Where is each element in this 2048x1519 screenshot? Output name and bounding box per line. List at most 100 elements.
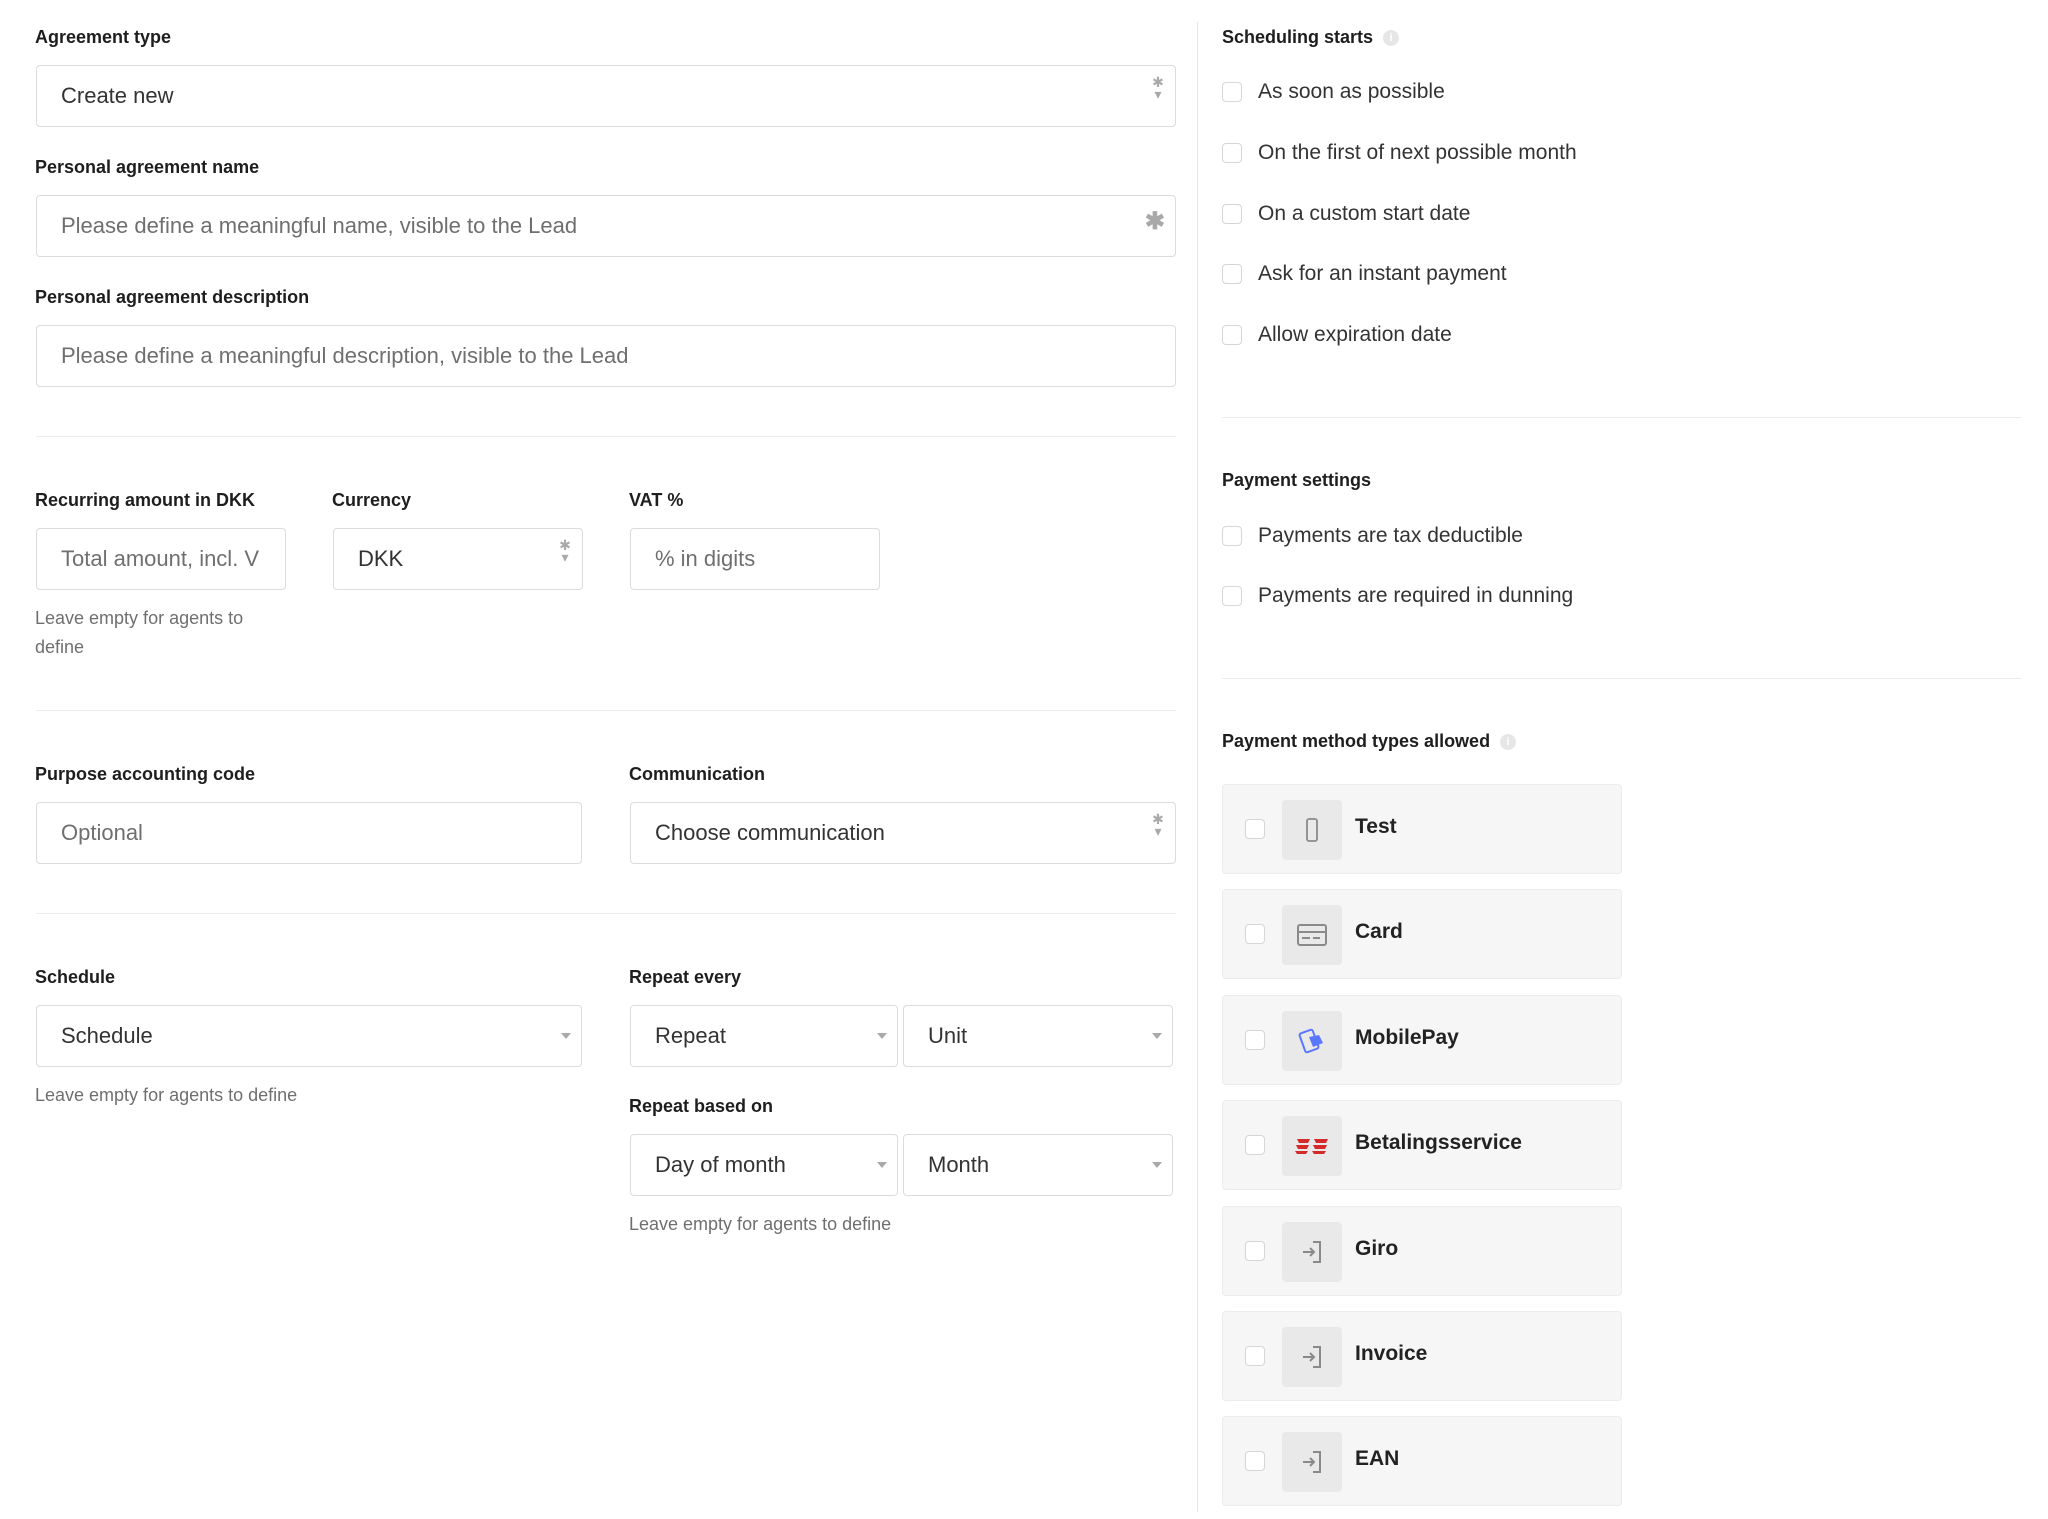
payment-method-betalingsservice[interactable]: Betalingsservice — [1222, 1100, 1622, 1190]
repeat-select[interactable]: Repeat — [630, 1005, 898, 1067]
checkbox[interactable] — [1245, 1030, 1265, 1050]
payment-option-tax-deductible[interactable]: Payments are tax deductible — [1222, 521, 1523, 551]
currency-label: Currency — [332, 490, 412, 510]
scheduling-starts-title: Scheduling starts i — [1222, 27, 1400, 48]
schedule-value: Schedule — [61, 1023, 153, 1048]
checkbox[interactable] — [1245, 1346, 1265, 1366]
section-divider — [36, 436, 1176, 437]
communication-label: Communication — [629, 764, 766, 784]
checkbox[interactable] — [1222, 264, 1242, 284]
payment-method-ean[interactable]: EAN — [1222, 1416, 1622, 1506]
column-separator — [1197, 22, 1198, 1512]
section-divider — [36, 913, 1176, 914]
phone-icon — [1282, 800, 1342, 860]
recurring-amount-input[interactable]: Total amount, incl. V — [36, 528, 286, 590]
login-arrow-icon — [1282, 1222, 1342, 1282]
recurring-amount-placeholder: Total amount, incl. V — [61, 546, 260, 571]
currency-select[interactable]: DKK ✱ ▾ — [333, 528, 583, 590]
mobilepay-icon — [1282, 1011, 1342, 1071]
checkbox[interactable] — [1222, 204, 1242, 224]
vat-placeholder: % in digits — [655, 546, 756, 571]
payment-option-required-dunning[interactable]: Payments are required in dunning — [1222, 581, 1573, 611]
payment-method-test[interactable]: Test — [1222, 784, 1622, 874]
section-divider — [1222, 678, 2022, 679]
chevron-down-icon — [561, 1033, 571, 1039]
vat-input[interactable]: % in digits — [630, 528, 880, 590]
option-label: Ask for an instant payment — [1258, 262, 1507, 285]
chevron-down-icon — [877, 1162, 887, 1168]
checkbox[interactable] — [1222, 82, 1242, 102]
month-value: Month — [928, 1152, 990, 1177]
repeat-based-on-help: Leave empty for agents to define — [629, 1214, 892, 1234]
checkbox[interactable] — [1222, 325, 1242, 345]
agreement-name-input[interactable]: Please define a meaningful name, visible… — [36, 195, 1176, 257]
repeat-value: Repeat — [655, 1023, 726, 1048]
day-of-month-select[interactable]: Day of month — [630, 1134, 898, 1196]
chevron-down-icon — [1152, 1162, 1162, 1168]
info-icon[interactable]: i — [1500, 734, 1517, 751]
checkbox[interactable] — [1222, 143, 1242, 163]
payment-method-name: Card — [1355, 920, 1403, 943]
scheduling-option-first-of-month[interactable]: On the first of next possible month — [1222, 138, 1577, 168]
checkbox[interactable] — [1222, 586, 1242, 606]
scheduling-option-instant-payment[interactable]: Ask for an instant payment — [1222, 259, 1507, 289]
unit-select[interactable]: Unit — [903, 1005, 1173, 1067]
schedule-help: Leave empty for agents to define — [35, 1085, 298, 1105]
communication-select[interactable]: Choose communication ✱ ▾ — [630, 802, 1176, 864]
required-sort-icon: ✱ ▾ — [1152, 74, 1164, 102]
repeat-every-label: Repeat every — [629, 967, 742, 987]
option-label: On the first of next possible month — [1258, 141, 1577, 164]
checkbox[interactable] — [1245, 819, 1265, 839]
agreement-name-placeholder: Please define a meaningful name, visible… — [61, 213, 578, 238]
required-star-icon: ✱ — [1144, 208, 1165, 235]
payment-settings-title: Payment settings — [1222, 470, 1372, 490]
section-divider — [1222, 417, 2022, 418]
payment-method-invoice[interactable]: Invoice — [1222, 1311, 1622, 1401]
payment-methods-title: Payment method types allowed i — [1222, 731, 1517, 752]
repeat-based-on-label: Repeat based on — [629, 1096, 774, 1116]
checkbox[interactable] — [1245, 1241, 1265, 1261]
month-select[interactable]: Month — [903, 1134, 1173, 1196]
option-label: Allow expiration date — [1258, 323, 1452, 346]
schedule-select[interactable]: Schedule — [36, 1005, 582, 1067]
checkbox[interactable] — [1245, 1135, 1265, 1155]
info-icon[interactable]: i — [1383, 30, 1400, 47]
unit-value: Unit — [928, 1023, 968, 1048]
payment-method-name: MobilePay — [1355, 1026, 1459, 1049]
purpose-label: Purpose accounting code — [35, 764, 256, 784]
login-arrow-icon — [1282, 1327, 1342, 1387]
option-label: As soon as possible — [1258, 80, 1445, 103]
checkbox[interactable] — [1222, 526, 1242, 546]
checkbox[interactable] — [1245, 924, 1265, 944]
schedule-label: Schedule — [35, 967, 116, 987]
option-label: On a custom start date — [1258, 202, 1471, 225]
section-divider — [36, 710, 1176, 711]
agreement-name-label: Personal agreement name — [35, 157, 260, 177]
agreement-description-placeholder: Please define a meaningful description, … — [61, 343, 629, 368]
communication-value: Choose communication — [655, 820, 885, 845]
payment-method-name: Giro — [1355, 1237, 1399, 1260]
scheduling-option-expiration-date[interactable]: Allow expiration date — [1222, 320, 1452, 350]
day-of-month-value: Day of month — [655, 1152, 786, 1177]
agreement-type-value: Create new — [61, 83, 174, 108]
payment-method-giro[interactable]: Giro — [1222, 1206, 1622, 1296]
required-sort-icon: ✱ ▾ — [559, 537, 571, 565]
purpose-placeholder: Optional — [61, 820, 143, 845]
chevron-down-icon — [877, 1033, 887, 1039]
recurring-amount-label: Recurring amount in DKK — [35, 490, 256, 510]
agreement-description-input[interactable]: Please define a meaningful description, … — [36, 325, 1176, 387]
agreement-description-label: Personal agreement description — [35, 287, 310, 307]
purpose-input[interactable]: Optional — [36, 802, 582, 864]
agreement-type-select[interactable]: Create new ✱ ▾ — [36, 65, 1176, 127]
login-arrow-icon — [1282, 1432, 1342, 1492]
payment-method-name: Test — [1355, 815, 1397, 838]
required-sort-icon: ✱ ▾ — [1152, 811, 1164, 839]
credit-card-icon — [1282, 905, 1342, 965]
scheduling-option-custom-date[interactable]: On a custom start date — [1222, 199, 1470, 229]
scheduling-option-asap[interactable]: As soon as possible — [1222, 77, 1445, 107]
chevron-down-icon — [1152, 1033, 1162, 1039]
payment-method-card[interactable]: Card — [1222, 889, 1622, 979]
checkbox[interactable] — [1245, 1451, 1265, 1471]
payment-method-mobilepay[interactable]: MobilePay — [1222, 995, 1622, 1085]
option-label: Payments are tax deductible — [1258, 524, 1523, 547]
